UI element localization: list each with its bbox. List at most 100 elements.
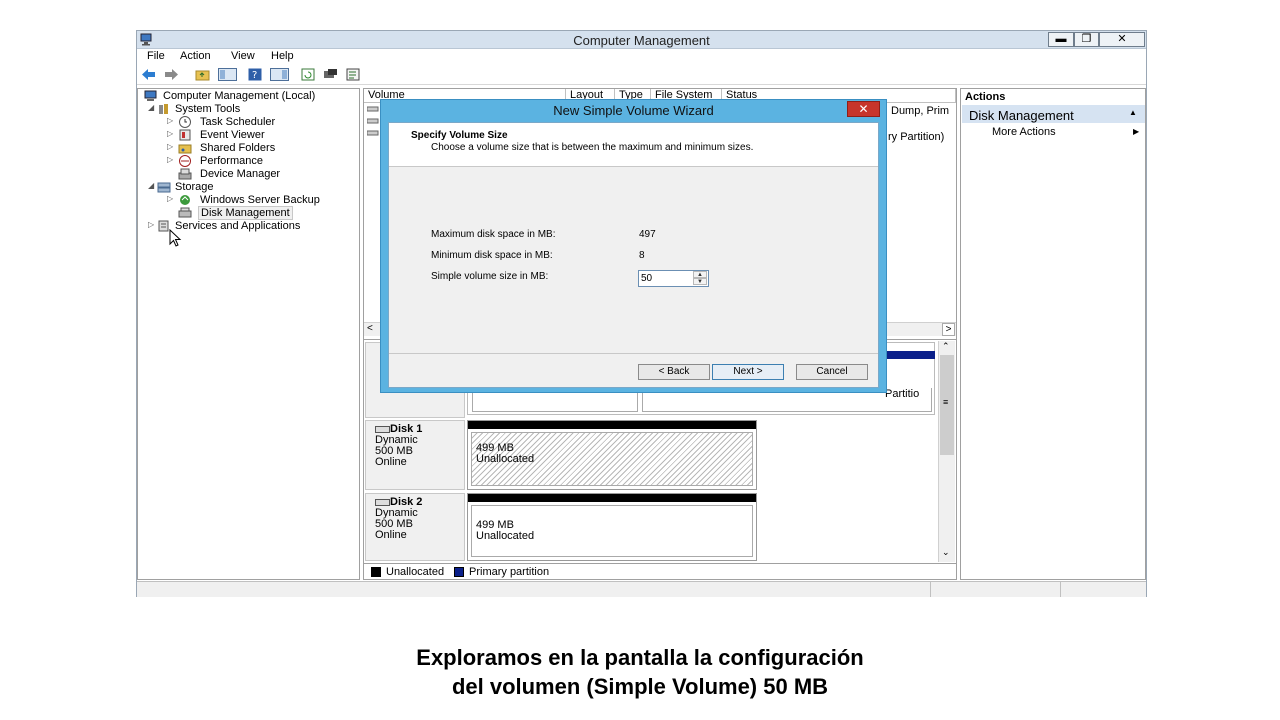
- tools-icon: [159, 104, 168, 114]
- disk-icon: [375, 425, 390, 433]
- tree-expander[interactable]: ▷: [167, 142, 175, 151]
- min-space-label: Minimum disk space in MB:: [431, 250, 553, 261]
- computer-management-icon: [144, 90, 157, 101]
- tree-label: System Tools: [175, 103, 241, 115]
- volume-row-status[interactable]: ry Partition): [888, 131, 944, 143]
- partition-label-partial: Partitio: [885, 388, 920, 400]
- tree-expander[interactable]: ▷: [148, 220, 156, 229]
- backup-icon: [180, 195, 190, 205]
- wizard-title: New Simple Volume Wizard: [553, 103, 714, 118]
- actions-section-label: Disk Management: [969, 108, 1074, 123]
- properties-icon[interactable]: [346, 68, 361, 81]
- tree-label: Shared Folders: [200, 142, 276, 154]
- window-title: Computer Management: [573, 33, 710, 48]
- volume-row-status[interactable]: Dump, Prim: [891, 105, 949, 117]
- volume-size-stepper[interactable]: ▲ ▼: [638, 270, 709, 287]
- tree-label: Event Viewer: [200, 129, 265, 141]
- disk-1-partition-inner: 499 MB Unallocated: [471, 432, 753, 486]
- disk-2-status: Online: [375, 529, 407, 541]
- back-arrow-icon[interactable]: [141, 68, 156, 81]
- volume-size-input[interactable]: [641, 272, 693, 285]
- legend-swatch-primary: [454, 567, 464, 577]
- tree-label: Task Scheduler: [200, 116, 276, 128]
- up-folder-icon[interactable]: [195, 68, 210, 81]
- wizard-subheading: Choose a volume size that is between the…: [431, 142, 754, 153]
- submenu-arrow-icon: ▶: [1133, 127, 1140, 136]
- disk-2-header[interactable]: Disk 2 Dynamic 500 MB Online: [365, 493, 465, 561]
- close-button[interactable]: ✕: [1099, 32, 1145, 47]
- volume-icons: [367, 106, 379, 136]
- disk-1-partition-label: Unallocated: [476, 453, 535, 465]
- legend-label-primary: Primary partition: [469, 566, 550, 578]
- status-bar: [137, 581, 1146, 597]
- help-icon[interactable]: ?: [248, 68, 263, 81]
- mouse-cursor-icon: [169, 229, 182, 247]
- tree-expander[interactable]: ▷: [167, 116, 175, 125]
- menu-file[interactable]: File: [147, 50, 165, 62]
- vertical-scrollbar[interactable]: ⌃ ≡ ⌄: [938, 341, 955, 562]
- disk-1-header[interactable]: Disk 1 Dynamic 500 MB Online: [365, 420, 465, 490]
- decrement-arrow-icon[interactable]: ▼: [693, 278, 707, 285]
- tree-expander[interactable]: ▷: [167, 194, 175, 203]
- unallocated-bar: [468, 421, 756, 429]
- legend-label-unallocated: Unallocated: [386, 566, 445, 578]
- toolbar: ?: [137, 65, 1146, 85]
- menu-help[interactable]: Help: [271, 50, 294, 62]
- new-simple-volume-wizard: New Simple Volume Wizard ✕ Specify Volum…: [380, 99, 887, 393]
- refresh-icon[interactable]: [301, 68, 316, 81]
- tree-label: Device Manager: [200, 168, 281, 180]
- tree-expander[interactable]: ▷: [167, 129, 175, 138]
- tree-label: Disk Management: [198, 206, 293, 220]
- tree-expander[interactable]: ▷: [167, 155, 175, 164]
- restore-button[interactable]: ❐: [1074, 32, 1099, 47]
- back-button[interactable]: < Back: [638, 364, 710, 380]
- show-hide-console-tree-icon[interactable]: [218, 68, 237, 81]
- menu-action[interactable]: Action: [180, 50, 211, 62]
- wizard-header: Specify Volume Size Choose a volume size…: [389, 123, 878, 167]
- storage-icon: [157, 182, 171, 193]
- tree-label: Storage: [175, 181, 214, 193]
- wizard-close-button[interactable]: ✕: [847, 101, 880, 117]
- tree-label: Windows Server Backup: [200, 194, 320, 206]
- wizard-separator: [389, 353, 878, 354]
- slide-caption-line-2: del volumen (Simple Volume) 50 MB: [451, 674, 829, 699]
- show-hide-action-pane-icon[interactable]: [270, 68, 289, 81]
- tree-label: Computer Management (Local): [163, 90, 316, 102]
- disk-2-partition-inner: 499 MB Unallocated: [471, 505, 753, 557]
- disk-2-partition[interactable]: 499 MB Unallocated: [467, 493, 757, 561]
- action-more-actions[interactable]: More Actions ▶: [992, 126, 1142, 139]
- disk-1-partition[interactable]: 499 MB Unallocated: [467, 420, 757, 490]
- event-viewer-icon: [179, 129, 191, 141]
- scroll-up-icon[interactable]: ⌃: [942, 341, 950, 352]
- max-space-value: 497: [639, 229, 656, 240]
- unallocated-bar: [468, 494, 756, 502]
- tree-label: Performance: [200, 155, 263, 167]
- title-bar[interactable]: Computer Management ▬ ❐ ✕: [137, 31, 1146, 49]
- scroll-down-icon[interactable]: ⌄: [942, 547, 950, 558]
- minimize-button[interactable]: ▬: [1048, 32, 1074, 47]
- connect-icon[interactable]: [323, 68, 338, 81]
- menu-view[interactable]: View: [231, 50, 255, 62]
- wizard-body: Specify Volume Size Choose a volume size…: [388, 122, 879, 388]
- cancel-button[interactable]: Cancel: [796, 364, 868, 380]
- scrollbar-thumb[interactable]: ≡: [940, 355, 954, 455]
- slide-caption-line-1: Exploramos en la pantalla la configuraci…: [416, 645, 864, 670]
- disk-2-partition-label: Unallocated: [476, 530, 535, 542]
- svg-text:?: ?: [252, 70, 257, 81]
- scroll-left-icon[interactable]: <: [367, 323, 373, 334]
- increment-arrow-icon[interactable]: ▲: [693, 271, 707, 278]
- legend: Unallocated Primary partition: [364, 563, 956, 579]
- tree-expander[interactable]: ◢: [148, 181, 156, 190]
- scroll-right-icon[interactable]: >: [942, 323, 955, 336]
- disk-management-icon: [178, 207, 192, 218]
- collapse-arrow-icon[interactable]: ▲: [1129, 108, 1137, 117]
- performance-icon: [179, 155, 191, 167]
- disk-icon: [375, 498, 390, 506]
- console-tree: Computer Management (Local) ◢ System Too…: [137, 88, 360, 580]
- tree-expander[interactable]: ◢: [148, 103, 156, 112]
- menu-bar: File Action View Help: [137, 49, 1146, 65]
- clock-icon: [179, 116, 191, 128]
- next-button[interactable]: Next >: [712, 364, 784, 380]
- actions-section-disk-management[interactable]: Disk Management ▲: [962, 105, 1145, 123]
- forward-arrow-icon[interactable]: [164, 68, 179, 81]
